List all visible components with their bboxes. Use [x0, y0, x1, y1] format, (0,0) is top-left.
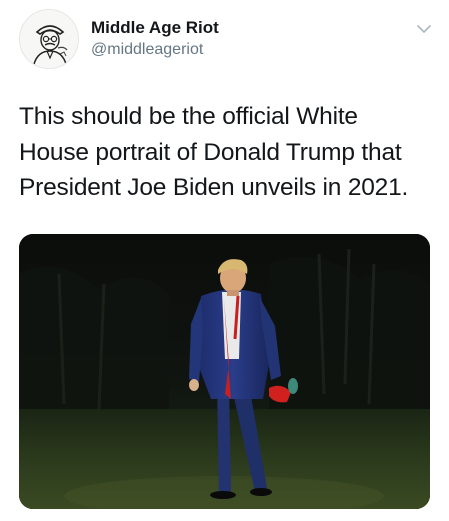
chevron-down-icon	[417, 25, 431, 33]
tweet-text-line: This should be the official White	[19, 103, 358, 130]
author-display-name[interactable]: Middle Age Riot	[91, 18, 219, 38]
tweet-text-line: House portrait of Donald Trump that	[19, 138, 402, 166]
sketch-portrait-avatar-icon	[20, 10, 78, 68]
tweet-photo[interactable]	[19, 234, 430, 509]
tweet-menu-button[interactable]	[413, 20, 435, 38]
tweet-text-line: President Joe Biden unveils in 2021.	[19, 174, 409, 201]
photo-of-man-walking-on-lawn-at-night-icon	[19, 234, 430, 509]
tweet-text: This should be the official White House …	[19, 99, 439, 206]
avatar[interactable]	[19, 9, 79, 69]
author-handle[interactable]: @middleageriot	[91, 41, 203, 59]
